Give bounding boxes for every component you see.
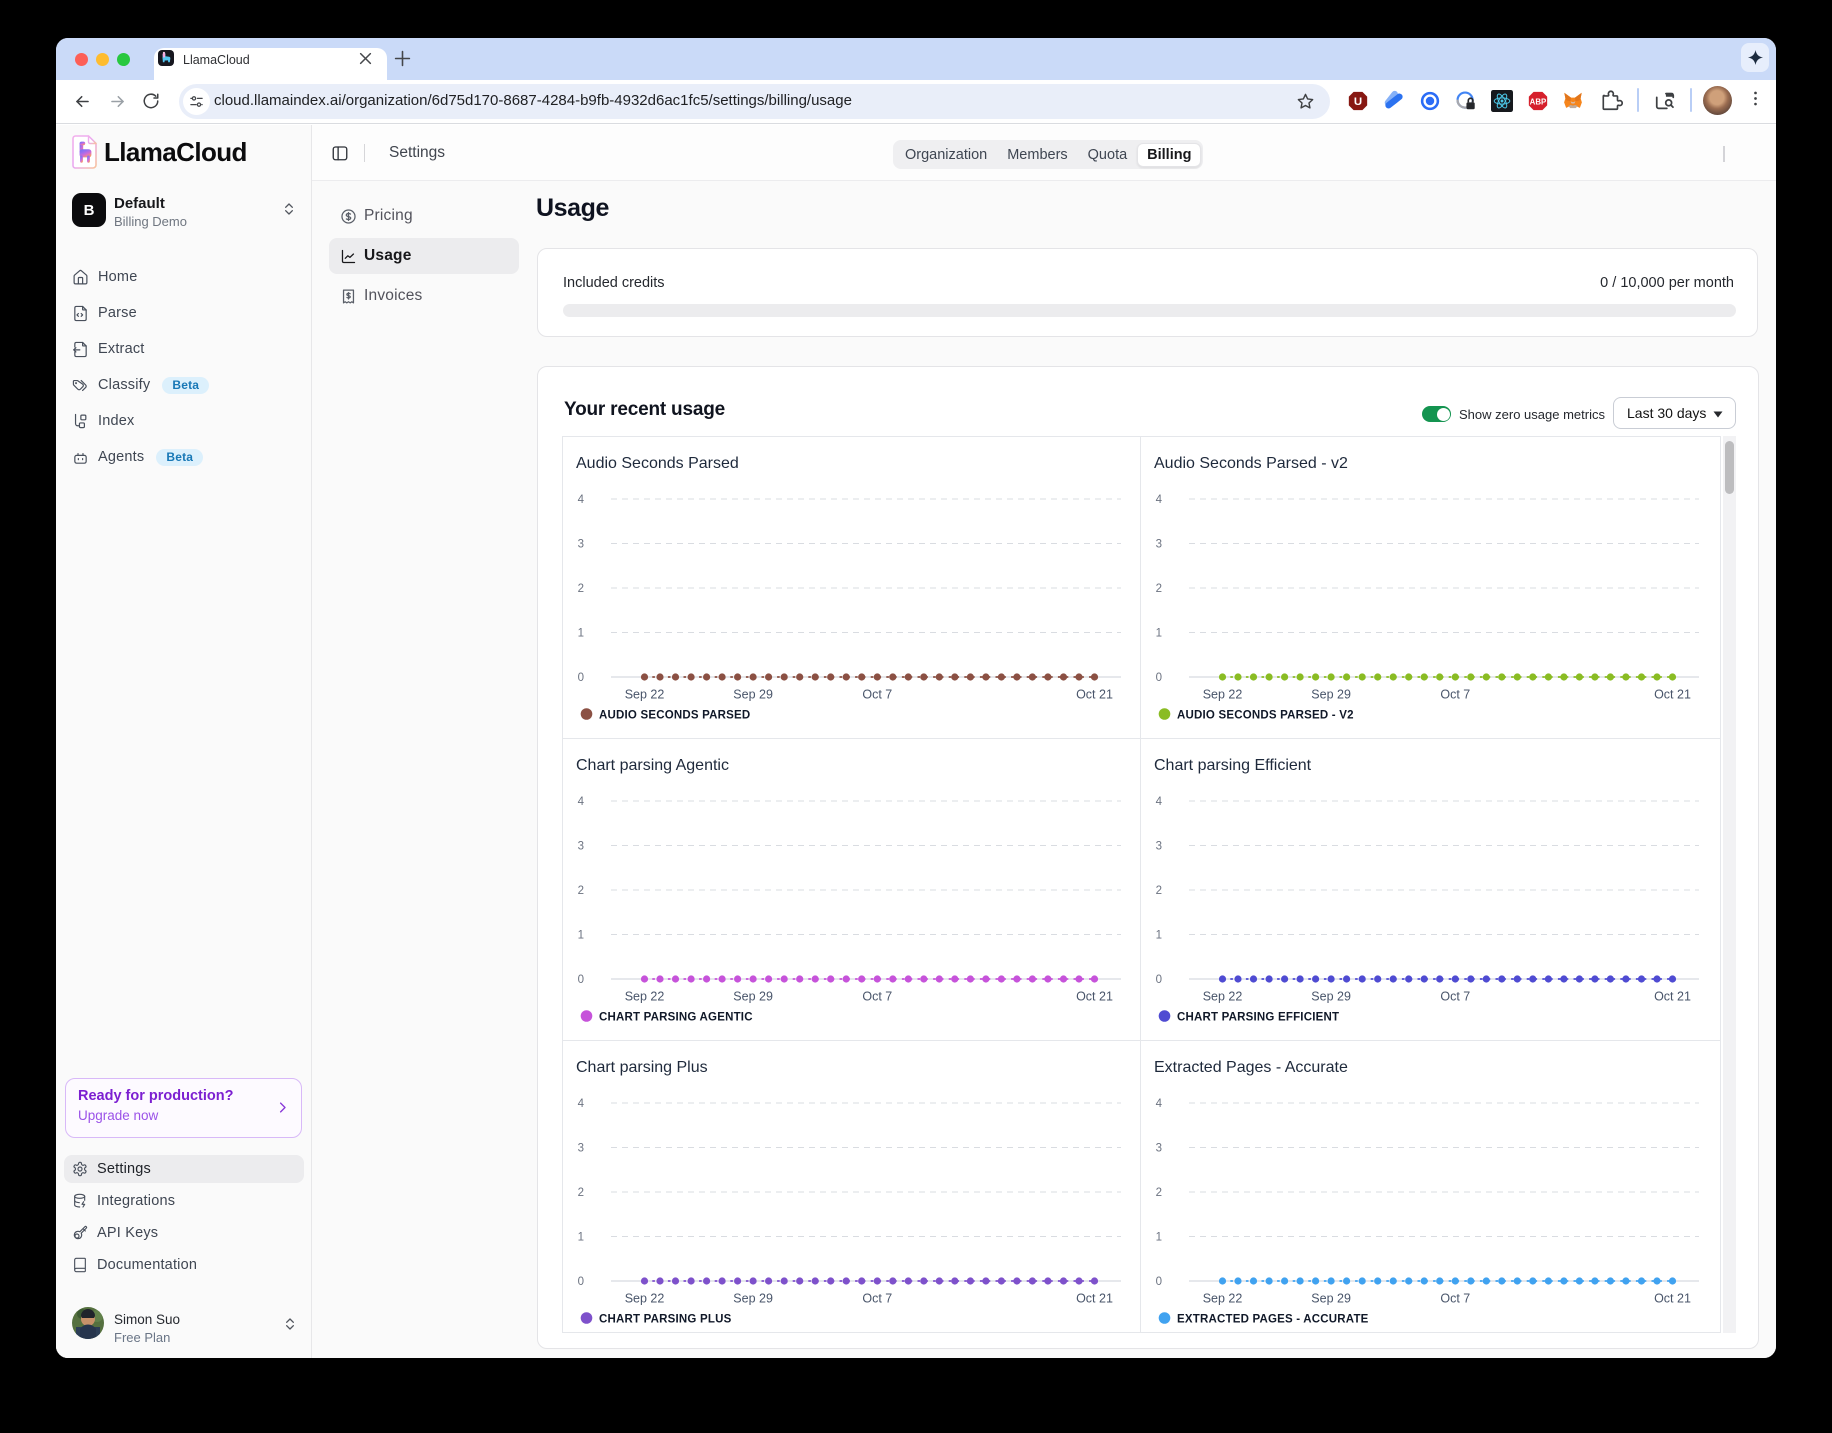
svg-text:1: 1 xyxy=(1156,930,1162,942)
svg-text:0: 0 xyxy=(578,974,584,986)
svg-text:4: 4 xyxy=(578,1098,585,1110)
svg-text:4: 4 xyxy=(1156,494,1163,506)
svg-text:Oct 21: Oct 21 xyxy=(1654,990,1691,1004)
svg-text:0: 0 xyxy=(1156,974,1162,986)
svg-text:AUDIO SECONDS PARSED - V2: AUDIO SECONDS PARSED - V2 xyxy=(1177,710,1354,722)
svg-text:2: 2 xyxy=(1156,885,1162,897)
svg-text:0: 0 xyxy=(1156,672,1162,684)
svg-text:Sep 22: Sep 22 xyxy=(1203,1292,1243,1306)
svg-text:Oct 21: Oct 21 xyxy=(1654,688,1691,702)
svg-text:Chart parsing Plus: Chart parsing Plus xyxy=(576,1059,708,1076)
svg-text:Oct 7: Oct 7 xyxy=(1440,1292,1470,1306)
svg-text:Sep 22: Sep 22 xyxy=(625,1292,665,1306)
svg-text:Oct 21: Oct 21 xyxy=(1076,688,1113,702)
svg-text:2: 2 xyxy=(1156,583,1162,595)
svg-text:Audio Seconds Parsed: Audio Seconds Parsed xyxy=(576,455,739,472)
svg-text:1: 1 xyxy=(1156,628,1162,640)
svg-text:Oct 21: Oct 21 xyxy=(1076,1292,1113,1306)
svg-text:2: 2 xyxy=(578,583,584,595)
svg-text:1: 1 xyxy=(1156,1232,1162,1244)
svg-text:AUDIO SECONDS PARSED: AUDIO SECONDS PARSED xyxy=(599,710,750,722)
svg-text:Oct 7: Oct 7 xyxy=(1440,990,1470,1004)
svg-text:3: 3 xyxy=(1156,841,1162,853)
svg-text:2: 2 xyxy=(578,1187,584,1199)
svg-text:1: 1 xyxy=(578,628,584,640)
svg-text:3: 3 xyxy=(578,1143,584,1155)
svg-text:4: 4 xyxy=(578,494,585,506)
svg-text:CHART PARSING EFFICIENT: CHART PARSING EFFICIENT xyxy=(1177,1012,1339,1024)
svg-text:3: 3 xyxy=(1156,1143,1162,1155)
svg-text:Oct 21: Oct 21 xyxy=(1076,990,1113,1004)
svg-text:Sep 29: Sep 29 xyxy=(1311,1292,1351,1306)
svg-text:Oct 7: Oct 7 xyxy=(862,688,892,702)
svg-text:Chart parsing Efficient: Chart parsing Efficient xyxy=(1154,757,1312,774)
svg-text:Sep 29: Sep 29 xyxy=(1311,688,1351,702)
svg-text:CHART PARSING PLUS: CHART PARSING PLUS xyxy=(599,1314,732,1326)
svg-text:Sep 22: Sep 22 xyxy=(625,688,665,702)
svg-text:Audio Seconds Parsed - v2: Audio Seconds Parsed - v2 xyxy=(1154,455,1348,472)
svg-text:1: 1 xyxy=(578,1232,584,1244)
svg-text:CHART PARSING AGENTIC: CHART PARSING AGENTIC xyxy=(599,1012,753,1024)
svg-text:2: 2 xyxy=(1156,1187,1162,1199)
svg-text:Sep 29: Sep 29 xyxy=(733,688,773,702)
svg-text:Oct 7: Oct 7 xyxy=(862,990,892,1004)
svg-text:4: 4 xyxy=(1156,796,1163,808)
svg-text:2: 2 xyxy=(578,885,584,897)
svg-text:0: 0 xyxy=(578,672,584,684)
svg-text:0: 0 xyxy=(578,1276,584,1288)
svg-text:Sep 22: Sep 22 xyxy=(1203,688,1243,702)
svg-text:Chart parsing Agentic: Chart parsing Agentic xyxy=(576,757,729,774)
svg-text:EXTRACTED PAGES - ACCURATE: EXTRACTED PAGES - ACCURATE xyxy=(1177,1314,1369,1326)
svg-text:Sep 22: Sep 22 xyxy=(625,990,665,1004)
svg-text:U: U xyxy=(1354,96,1362,108)
svg-text:Oct 21: Oct 21 xyxy=(1654,1292,1691,1306)
svg-text:Sep 29: Sep 29 xyxy=(733,990,773,1004)
svg-text:Extracted Pages - Accurate: Extracted Pages - Accurate xyxy=(1154,1059,1348,1076)
svg-text:4: 4 xyxy=(578,796,585,808)
svg-text:Oct 7: Oct 7 xyxy=(1440,688,1470,702)
svg-text:Sep 29: Sep 29 xyxy=(1311,990,1351,1004)
svg-text:0: 0 xyxy=(1156,1276,1162,1288)
svg-text:3: 3 xyxy=(1156,539,1162,551)
svg-text:Sep 22: Sep 22 xyxy=(1203,990,1243,1004)
svg-text:3: 3 xyxy=(578,841,584,853)
svg-text:ABP: ABP xyxy=(1530,97,1547,106)
svg-text:4: 4 xyxy=(1156,1098,1163,1110)
svg-text:Oct 7: Oct 7 xyxy=(862,1292,892,1306)
svg-text:Sep 29: Sep 29 xyxy=(733,1292,773,1306)
svg-text:1: 1 xyxy=(578,930,584,942)
svg-text:3: 3 xyxy=(578,539,584,551)
